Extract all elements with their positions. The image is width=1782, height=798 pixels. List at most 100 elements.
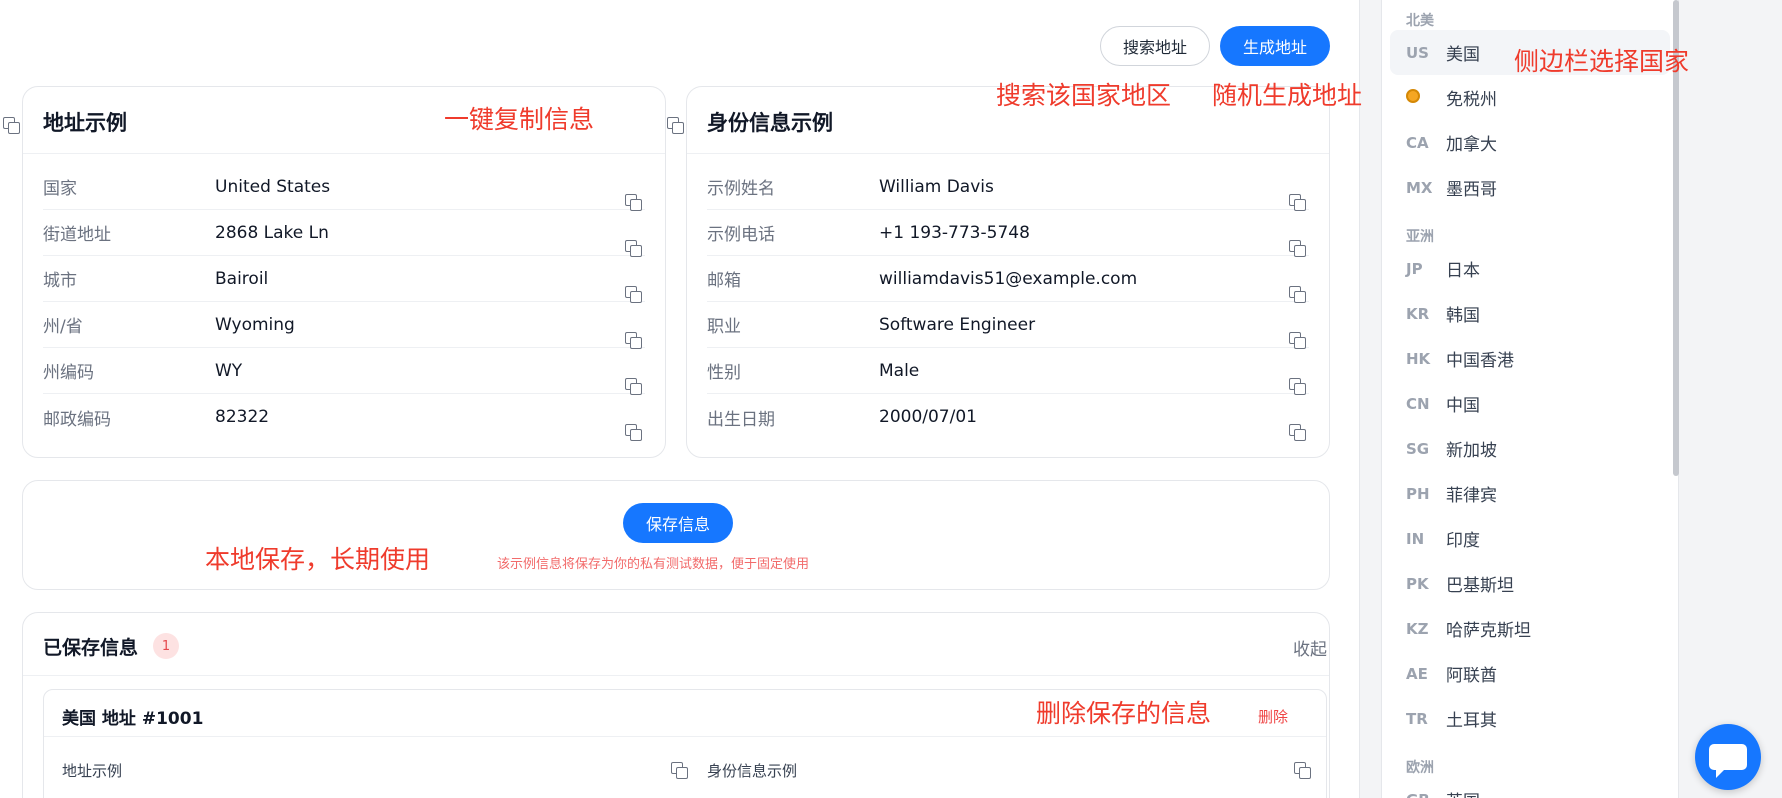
identity-card: 身份信息示例 示例姓名 William Davis 示例电话 +1 193-773-… <box>667 86 1330 458</box>
row-value: WY <box>215 360 243 381</box>
row-value: williamdavis51@example.com <box>879 268 1138 289</box>
address-row-country: 国家 United States <box>43 164 645 211</box>
address-row-state-code: 州编码 WY <box>43 348 645 395</box>
save-info-button[interactable]: 保存信息 <box>623 503 733 543</box>
copy-icon[interactable] <box>1289 239 1306 257</box>
sidebar-item-cn[interactable]: CN 中国 <box>1390 381 1670 426</box>
sidebar-item-sg[interactable]: SG 新加坡 <box>1390 426 1670 471</box>
sidebar-item-tax-free[interactable]: 免税州 <box>1390 75 1670 120</box>
identity-card-title: 身份信息示例 <box>707 111 833 135</box>
saved-info-title: 已保存信息 <box>43 637 139 659</box>
country-name: 日本 <box>1446 261 1480 281</box>
country-name: 菲律宾 <box>1446 486 1497 506</box>
country-name: 阿联酋 <box>1446 666 1497 686</box>
row-label: 示例姓名 <box>707 179 775 199</box>
group-asia: 亚洲 <box>1406 229 1434 245</box>
copy-icon[interactable] <box>625 285 642 303</box>
country-name: 中国 <box>1446 396 1480 416</box>
country-code: CA <box>1406 133 1429 152</box>
annotation-sidebar: 侧边栏选择国家 <box>1514 47 1690 76</box>
copy-icon[interactable] <box>1289 285 1306 303</box>
row-label: 州/省 <box>43 317 83 337</box>
country-name: 韩国 <box>1446 306 1480 326</box>
main-panel: 搜索地址 生成地址 地址示例 国家 United States 街道地址 2868 … <box>0 0 1363 798</box>
row-label: 邮政编码 <box>43 409 111 430</box>
sidebar-item-mx[interactable]: MX 墨西哥 <box>1390 165 1670 210</box>
country-code <box>1406 88 1446 107</box>
country-code: HK <box>1406 349 1431 368</box>
copy-all-address-icon[interactable] <box>3 117 20 134</box>
row-label: 邮箱 <box>707 271 741 291</box>
search-address-button[interactable]: 搜索地址 <box>1100 26 1210 66</box>
copy-icon[interactable] <box>625 193 642 211</box>
copy-record-identity-icon[interactable] <box>1294 762 1311 779</box>
country-code: KZ <box>1406 619 1429 638</box>
copy-icon[interactable] <box>1289 377 1306 395</box>
row-value: William Davis <box>879 176 994 197</box>
country-name: 免税州 <box>1446 90 1497 110</box>
sidebar-item-ca[interactable]: CA 加拿大 <box>1390 120 1670 165</box>
copy-icon[interactable] <box>1289 331 1306 349</box>
row-label: 州编码 <box>43 363 94 383</box>
chat-bubble-icon <box>1709 744 1747 778</box>
country-code: KR <box>1406 304 1430 323</box>
sidebar-item-ph[interactable]: PH 菲律宾 <box>1390 471 1670 516</box>
identity-row-name: 示例姓名 William Davis <box>707 164 1309 211</box>
sidebar-item-in[interactable]: IN 印度 <box>1390 516 1670 561</box>
copy-record-address-icon[interactable] <box>671 762 688 779</box>
country-name: 哈萨克斯坦 <box>1446 621 1531 641</box>
row-value: United States <box>215 176 331 197</box>
row-value: 82322 <box>215 407 270 427</box>
save-hint: 该示例信息将保存为你的私有测试数据，便于固定使用 <box>497 557 810 572</box>
annotation-generate: 随机生成地址 <box>1212 81 1363 110</box>
sidebar-item-gb[interactable]: GB英国 <box>1390 777 1670 798</box>
identity-row-email: 邮箱 williamdavis51@example.com <box>707 256 1309 303</box>
row-label: 性别 <box>707 363 741 383</box>
country-code: AE <box>1406 664 1428 683</box>
annotation-save: 本地保存，长期使用 <box>205 545 431 574</box>
record-identity-label: 身份信息示例 <box>707 762 798 780</box>
country-code: JP <box>1406 259 1423 278</box>
row-value: Software Engineer <box>879 314 1036 335</box>
collapse-button[interactable]: 收起 <box>1293 635 1327 660</box>
copy-icon[interactable] <box>1289 424 1306 441</box>
group-north-america: 北美 <box>1406 13 1434 29</box>
copy-icon[interactable] <box>625 424 642 441</box>
delete-button[interactable]: 删除 <box>1258 706 1288 727</box>
divider <box>44 736 1326 737</box>
identity-row-birthday: 出生日期 2000/07/01 <box>707 394 1309 441</box>
copy-icon[interactable] <box>625 239 642 257</box>
sidebar-item-ae[interactable]: AE 阿联酋 <box>1390 651 1670 696</box>
sidebar-item-hk[interactable]: HK 中国香港 <box>1390 336 1670 381</box>
generate-address-button[interactable]: 生成地址 <box>1220 26 1330 66</box>
row-value: 2000/07/01 <box>879 407 977 427</box>
sidebar-item-pk[interactable]: PK 巴基斯坦 <box>1390 561 1670 606</box>
address-card-title: 地址示例 <box>43 111 127 135</box>
saved-count-badge: 1 <box>153 633 179 659</box>
address-row-city: 城市 Bairoil <box>43 256 645 303</box>
identity-row-gender: 性别 Male <box>707 348 1309 395</box>
country-code: PH <box>1406 484 1430 503</box>
country-code: PK <box>1406 574 1429 593</box>
row-label: 国家 <box>43 179 77 199</box>
sidebar-item-jp[interactable]: JP 日本 <box>1390 246 1670 291</box>
chat-button[interactable] <box>1695 724 1761 790</box>
country-code: CN <box>1406 394 1430 413</box>
copy-icon[interactable] <box>625 331 642 349</box>
row-label: 街道地址 <box>43 225 111 245</box>
sidebar-item-kz[interactable]: KZ 哈萨克斯坦 <box>1390 606 1670 651</box>
country-name: 中国香港 <box>1446 351 1514 371</box>
row-value: Male <box>879 360 920 381</box>
country-code: IN <box>1406 529 1425 548</box>
copy-icon[interactable] <box>1289 193 1306 211</box>
country-name: 新加坡 <box>1446 441 1497 461</box>
copy-icon[interactable] <box>625 377 642 395</box>
address-card: 地址示例 国家 United States 街道地址 2868 Lake Ln 城市… <box>3 86 666 458</box>
copy-all-identity-icon[interactable] <box>667 117 684 134</box>
country-sidebar: 北美 US 美国 免税州 CA 加拿大 MX 墨西哥 亚洲 JP 日本 KR 韩国 HK 中… <box>1381 0 1679 798</box>
sidebar-item-kr[interactable]: KR 韩国 <box>1390 291 1670 336</box>
row-value: Wyoming <box>215 314 295 335</box>
identity-row-job: 职业 Software Engineer <box>707 302 1309 349</box>
address-row-state: 州/省 Wyoming <box>43 302 645 349</box>
sidebar-item-tr[interactable]: TR 土耳其 <box>1390 696 1670 741</box>
